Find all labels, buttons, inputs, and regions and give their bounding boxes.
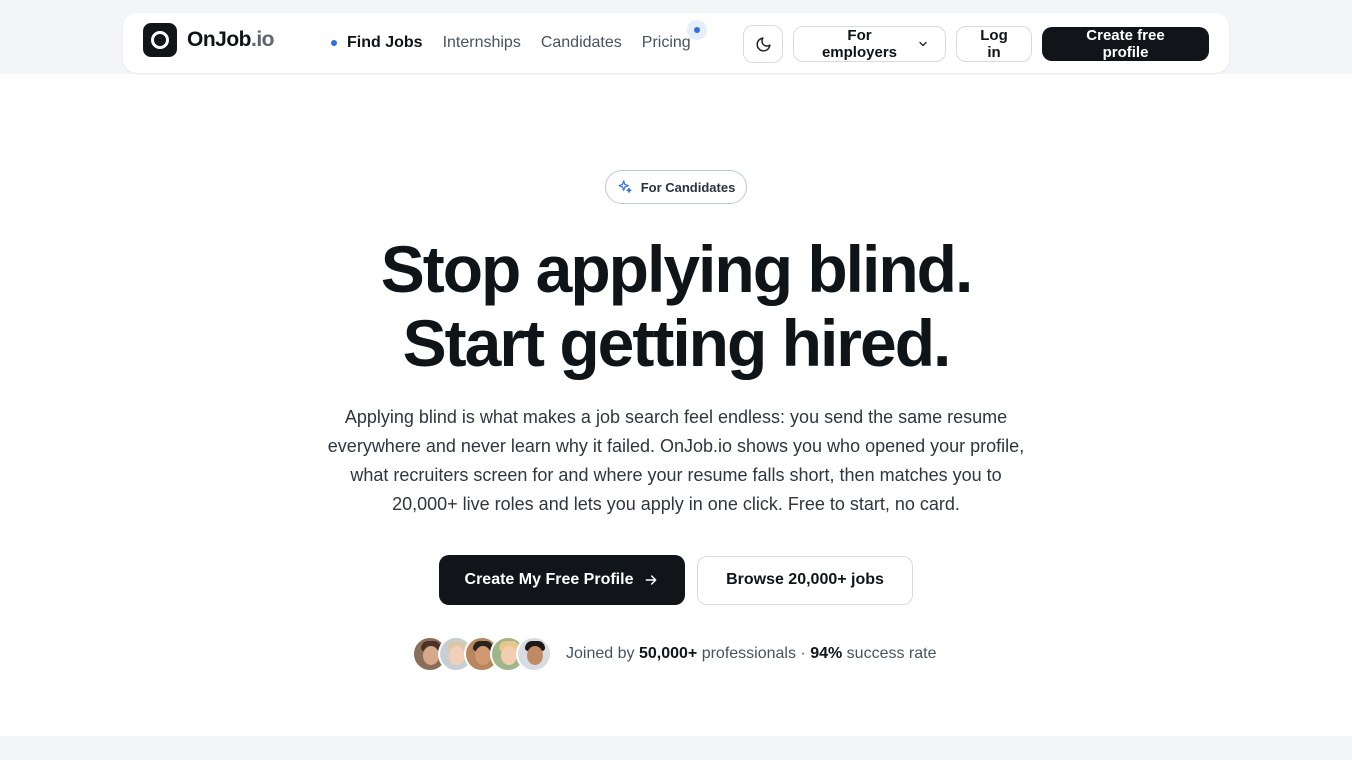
chevron-down-icon <box>917 38 929 50</box>
nav-link-label: Find Jobs <box>347 34 423 51</box>
cta-row: Create My Free Profile Browse 20,000+ jo… <box>439 555 913 605</box>
nav-actions: For employers Log in Create free profile <box>743 25 1209 63</box>
theme-toggle-button[interactable] <box>743 25 783 63</box>
avatar-group <box>412 636 552 672</box>
nav-link-internships[interactable]: Internships <box>443 34 521 52</box>
create-my-free-profile-button[interactable]: Create My Free Profile <box>439 555 685 605</box>
login-button[interactable]: Log in <box>956 26 1032 62</box>
headline-line-1: Stop applying blind. <box>380 232 974 306</box>
nav-links: Find Jobs Internships Candidates Pricing <box>331 13 711 73</box>
hero-description: Applying blind is what makes a job searc… <box>327 407 1025 514</box>
moon-icon <box>756 36 771 51</box>
nav-link-label: Candidates <box>540 34 622 51</box>
hero-headline: Stop applying blind. Start getting hired… <box>0 232 1352 380</box>
nav-link-label: Internships <box>442 34 521 51</box>
nav-link-pricing[interactable]: Pricing <box>641 20 707 52</box>
success-rate: 94% <box>810 645 843 662</box>
logo-text: OnJob.io <box>187 28 275 51</box>
browse-jobs-button[interactable]: Browse 20,000+ jobs <box>697 555 913 605</box>
audience-badge: For Candidates <box>605 170 747 204</box>
arrow-right-icon <box>646 575 657 585</box>
for-employers-dropdown[interactable]: For employers <box>793 26 946 62</box>
members-count: 50,000+ <box>638 645 698 662</box>
hero-section: For Candidates Stop applying blind. Star… <box>0 74 1352 736</box>
logo[interactable]: OnJob.io <box>143 23 275 57</box>
badge-label: For Candidates <box>640 179 736 195</box>
social-proof: Joined by 50,000+ professionals · 94% su… <box>412 636 936 672</box>
nav-link-candidates[interactable]: Candidates <box>541 34 622 52</box>
nav-link-find-jobs[interactable]: Find Jobs <box>331 34 423 52</box>
for-employers-label: For employers <box>821 27 898 61</box>
sparkle-icon <box>618 180 632 193</box>
logo-mark <box>143 23 177 57</box>
next-section-band <box>0 736 1352 760</box>
social-proof-text: Joined by 50,000+ professionals · 94% su… <box>566 645 937 662</box>
notification-dot <box>686 20 707 40</box>
active-indicator <box>331 40 337 46</box>
cta-primary-label: Create My Free Profile <box>464 571 634 588</box>
navbar: OnJob.io Find Jobs Internships Candidate… <box>123 13 1229 73</box>
avatar <box>516 636 552 672</box>
nav-link-label: Pricing <box>641 34 691 51</box>
create-profile-button[interactable]: Create free profile <box>1042 27 1209 61</box>
headline-line-2: Start getting hired. <box>402 306 952 380</box>
